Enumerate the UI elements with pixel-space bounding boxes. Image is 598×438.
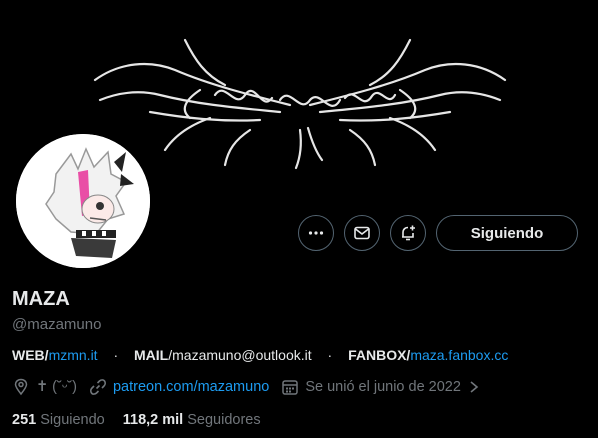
message-button[interactable] bbox=[344, 215, 380, 251]
profile-actions: Siguiendo bbox=[298, 215, 578, 251]
joined-text: Se unió el junio de 2022 bbox=[305, 379, 461, 395]
link-icon bbox=[89, 379, 106, 395]
bio-mail-value: /mazamuno@outlook.it bbox=[168, 347, 312, 363]
profile-bio: WEB/mzmn.it · MAIL/mazamuno@outlook.it ·… bbox=[12, 347, 508, 363]
profile-meta: ✝ (˘ᵕ˘) patreon.com/mazamuno Se unió el … bbox=[12, 378, 499, 396]
envelope-icon bbox=[354, 226, 370, 240]
location-item: ✝ (˘ᵕ˘) bbox=[12, 378, 77, 396]
bio-mail-key: MAIL bbox=[134, 347, 169, 363]
username-handle: @mazamuno bbox=[12, 316, 102, 333]
notifications-button[interactable] bbox=[390, 215, 426, 251]
chevron-right-icon bbox=[470, 381, 479, 393]
bio-separator: · bbox=[113, 347, 119, 363]
website-item: patreon.com/mazamuno bbox=[89, 378, 269, 396]
bio-fanbox-key: FANBOX/ bbox=[348, 347, 411, 363]
bell-plus-icon bbox=[402, 225, 415, 241]
followers-count: 118,2 mil bbox=[122, 412, 184, 428]
location-pin-icon bbox=[14, 378, 28, 396]
avatar-frame[interactable] bbox=[12, 130, 154, 272]
calendar-icon bbox=[282, 380, 299, 395]
following-stat[interactable]: 251 Siguiendo bbox=[12, 412, 105, 428]
profile-stats: 251 Siguiendo 118,2 mil Seguidores bbox=[12, 412, 261, 428]
more-button[interactable] bbox=[298, 215, 334, 251]
avatar bbox=[16, 134, 150, 268]
location-text: ✝ (˘ᵕ˘) bbox=[36, 379, 77, 395]
joined-item[interactable]: Se unió el junio de 2022 bbox=[281, 378, 487, 396]
bio-fanbox-link[interactable]: maza.fanbox.cc bbox=[410, 347, 508, 363]
following-button[interactable]: Siguiendo bbox=[436, 215, 578, 251]
bio-web-key: WEB/ bbox=[12, 347, 49, 363]
display-name: MAZA bbox=[12, 288, 70, 310]
following-count: 251 bbox=[12, 412, 37, 428]
bio-separator: · bbox=[327, 347, 333, 363]
website-link[interactable]: patreon.com/mazamuno bbox=[113, 379, 269, 395]
bio-web-link[interactable]: mzmn.it bbox=[49, 347, 98, 363]
followers-stat[interactable]: 118,2 mil Seguidores bbox=[123, 412, 261, 428]
following-label: Siguiendo bbox=[40, 412, 105, 428]
more-horizontal-icon bbox=[308, 231, 324, 235]
followers-label: Seguidores bbox=[187, 412, 261, 428]
